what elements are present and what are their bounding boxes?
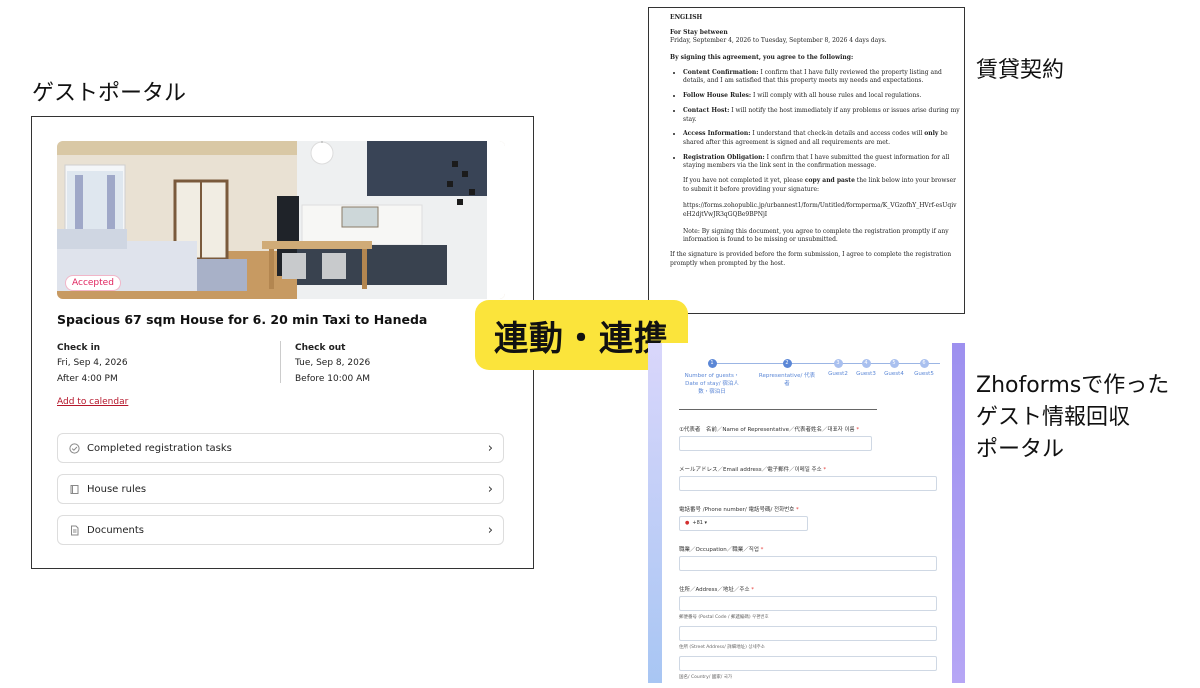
stay-dates: Friday, September 4, 2026 to Tuesday, Se…: [670, 37, 887, 45]
guest-portal-label: ゲストポータル: [32, 81, 187, 106]
occupation-input[interactable]: [679, 556, 937, 571]
check-out-date: Tue, Sep 8, 2026: [295, 358, 371, 369]
agreement-item: Follow House Rules: I will comply with a…: [683, 92, 960, 101]
postal-code-sublabel: 郵便番号 (Postal Code / 郵遞編碼) 우편번호: [679, 615, 769, 620]
contract-note: Note: By signing this document, you agre…: [683, 227, 949, 244]
zoho-portal-label-line2: ゲスト情報回収: [976, 404, 1131, 430]
agreement-list: Content Confirmation: I confirm that I h…: [683, 69, 960, 171]
rep-name-label: ①代表者 名前／Name of Representative／代表者姓名／대표자…: [679, 427, 860, 433]
check-in-header: Check in: [57, 343, 101, 353]
country-input[interactable]: [679, 656, 937, 671]
lease-contract-label: 賃貸契約: [976, 58, 1065, 83]
phone-country-code: +81: [692, 520, 703, 526]
occupation-label: 職業／Occupation／職業／직업 *: [679, 547, 764, 553]
email-label: メールアドレス／Email address／電子郵件／이메일 주소 *: [679, 467, 827, 473]
zoho-portal-label-line3: ポータル: [976, 436, 1065, 462]
form-background-left: [648, 343, 662, 683]
phone-input[interactable]: ● +81 ▾: [679, 516, 808, 531]
documents-button[interactable]: Documents ›: [57, 515, 504, 545]
agreement-item: Registration Obligation: I confirm that …: [683, 154, 960, 171]
stay-header: For Stay between: [670, 28, 728, 36]
date-divider: [280, 341, 281, 383]
check-out-block: Check out Tue, Sep 8, 2026 Before 10:00 …: [295, 341, 370, 387]
check-in-time: After 4:00 PM: [57, 373, 118, 384]
book-icon: [68, 483, 80, 495]
form-background-right: [952, 343, 965, 683]
check-out-time: Before 10:00 AM: [295, 373, 371, 384]
property-photo: Accepted: [57, 141, 505, 299]
agreement-item: Access Information: I understand that ch…: [683, 130, 960, 147]
copy-instruction: If you have not completed it yet, please…: [683, 176, 957, 193]
check-in-date: Fri, Sep 4, 2026: [57, 358, 128, 369]
listing-title: Spacious 67 sqm House for 6. 20 min Taxi…: [57, 312, 428, 327]
check-in-block: Check in Fri, Sep 4, 2026 After 4:00 PM: [57, 341, 128, 387]
japan-flag-icon: ●: [685, 520, 690, 526]
registration-url: https://forms.zohopublic.jp/urbannest1/f…: [683, 202, 957, 218]
agreement-item: Content Confirmation: I confirm that I h…: [683, 69, 960, 86]
check-out-header: Check out: [295, 343, 346, 353]
document-icon: [68, 524, 80, 536]
step-1[interactable]: 1 Number of guests・ Date of stay/ 宿泊人 数・…: [682, 359, 742, 395]
phone-label: 電話番号 /Phone number/ 電話号碼/ 전화번호 *: [679, 507, 799, 513]
contract-footer: If the signature is provided before the …: [670, 251, 952, 267]
house-rules-button[interactable]: House rules ›: [57, 474, 504, 504]
street-address-input[interactable]: [679, 626, 937, 641]
guest-portal-card: Accepted Spacious 67 sqm House for 6. 20…: [31, 116, 534, 569]
zoho-portal-label-line1: Zhoformsで作った: [976, 373, 1170, 398]
row-label: Documents: [87, 524, 145, 536]
status-badge: Accepted: [65, 275, 121, 291]
step-6[interactable]: 6 Guest5: [894, 359, 954, 377]
country-sublabel: 国名/ Country/ 國家/ 국가: [679, 675, 732, 680]
street-address-sublabel: 住所 (Street Address/ 詳細地址) 상세주소: [679, 645, 765, 650]
contract-language: ENGLISH: [670, 14, 703, 21]
rep-name-input[interactable]: [679, 436, 872, 451]
chevron-right-icon: ›: [487, 481, 493, 497]
zoho-form: 1 Number of guests・ Date of stay/ 宿泊人 数・…: [648, 343, 965, 683]
row-label: House rules: [87, 483, 147, 495]
row-label: Completed registration tasks: [87, 442, 232, 454]
chevron-right-icon: ›: [487, 440, 493, 456]
chevron-right-icon: ›: [487, 522, 493, 538]
add-to-calendar-link[interactable]: Add to calendar: [57, 397, 128, 407]
lease-contract-document: ENGLISH For Stay between Friday, Septemb…: [648, 7, 965, 314]
agreement-item: Contact Host: I will notify the host imm…: [683, 107, 960, 124]
zoho-portal-label: Zhoformsで作った ゲスト情報回収 ポータル: [976, 370, 1169, 466]
agree-header: By signing this agreement, you agree to …: [670, 54, 854, 62]
form-divider: [679, 409, 877, 410]
address-label: 住所／Address／地址／주소 *: [679, 587, 755, 593]
check-circle-icon: [68, 442, 80, 454]
completed-registration-tasks-button[interactable]: Completed registration tasks ›: [57, 433, 504, 463]
form-sheet: 1 Number of guests・ Date of stay/ 宿泊人 数・…: [662, 343, 952, 683]
address-input[interactable]: [679, 596, 937, 611]
email-input[interactable]: [679, 476, 937, 491]
form-stepper: 1 Number of guests・ Date of stay/ 宿泊人 数・…: [662, 359, 952, 399]
